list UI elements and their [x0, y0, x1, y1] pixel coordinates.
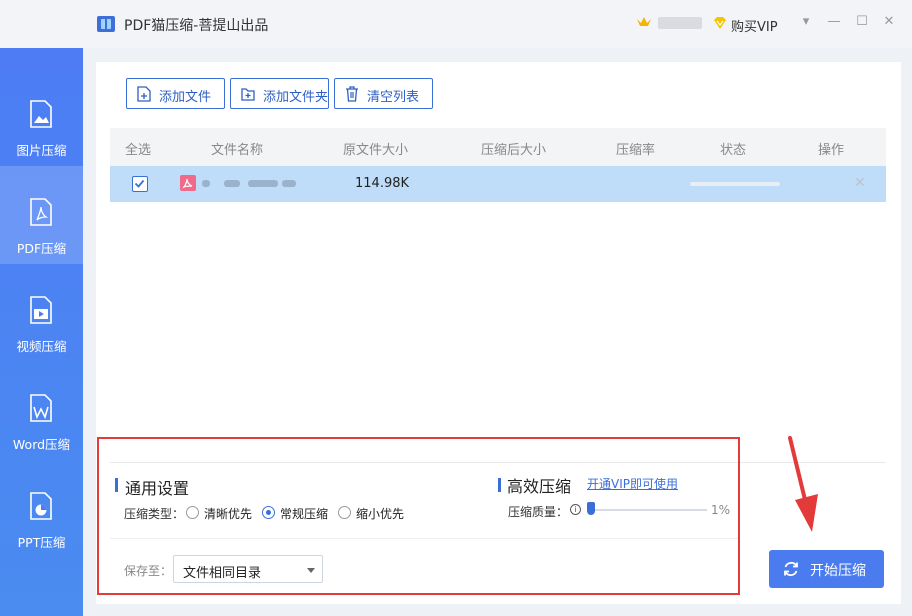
- clear-list-label: 清空列表: [367, 90, 420, 105]
- crown-icon: [637, 17, 651, 26]
- select-all-header[interactable]: 全选: [125, 139, 151, 158]
- annotation-highlight-box: [97, 437, 740, 595]
- status-header: 状态: [720, 143, 747, 158]
- compressed-size-header: 压缩后大小: [481, 143, 547, 158]
- sidebar-item-label: PDF压缩: [16, 241, 67, 256]
- checkmark-icon: [134, 179, 145, 188]
- sidebar-item-pdf[interactable]: PDF压缩: [0, 166, 83, 264]
- delete-row-icon[interactable]: ✕: [854, 175, 866, 191]
- minimize-icon[interactable]: —: [826, 14, 842, 30]
- buy-vip-link[interactable]: 购买VIP: [731, 16, 778, 35]
- word-file-icon: [30, 394, 52, 422]
- title-bar: PDF猫压缩-菩提山出品 购买VIP ▾ — ☐ ✕: [0, 0, 912, 48]
- video-file-icon: [30, 296, 52, 324]
- table-row[interactable]: 114.98K ✕: [110, 166, 886, 202]
- original-size-header: 原文件大小: [343, 143, 409, 158]
- sidebar-item-image[interactable]: 图片压缩: [0, 68, 83, 166]
- image-file-icon: [30, 100, 52, 128]
- close-icon[interactable]: ✕: [881, 14, 897, 30]
- sidebar-item-video[interactable]: 视频压缩: [0, 264, 83, 362]
- menu-icon[interactable]: ▾: [798, 14, 814, 30]
- app-logo-icon: [97, 16, 115, 32]
- ppt-file-icon: [30, 492, 52, 520]
- sidebar-item-ppt[interactable]: PPT压缩: [0, 460, 83, 558]
- add-file-label: 添加文件: [159, 90, 212, 105]
- sidebar-item-label: 视频压缩: [16, 339, 67, 354]
- maximize-icon[interactable]: ☐: [854, 14, 870, 30]
- start-compression-label: 开始压缩: [810, 563, 866, 579]
- clear-list-button[interactable]: 清空列表: [334, 78, 433, 109]
- pdf-file-icon: [30, 198, 52, 226]
- sidebar-item-label: Word压缩: [12, 437, 71, 452]
- add-folder-button[interactable]: 添加文件夹: [230, 78, 329, 109]
- refresh-icon: [784, 561, 798, 577]
- pdf-icon: [180, 175, 196, 191]
- filename-header: 文件名称: [211, 143, 264, 158]
- vip-diamond-icon: [714, 17, 726, 29]
- add-file-icon: [137, 86, 151, 102]
- username-masked: [658, 17, 702, 29]
- window-title: PDF猫压缩-菩提山出品: [124, 18, 269, 34]
- table-header: 全选 文件名称 原文件大小 压缩后大小 压缩率 状态 操作: [110, 128, 886, 166]
- add-folder-icon: [241, 88, 255, 101]
- annotation-arrow-icon: [788, 436, 818, 532]
- file-name-redacted: [202, 176, 298, 190]
- original-size: 114.98K: [355, 176, 410, 191]
- trash-icon: [346, 86, 358, 102]
- row-checkbox[interactable]: [132, 176, 148, 192]
- start-compression-button[interactable]: 开始压缩: [769, 550, 884, 588]
- status-progress-bar: [690, 182, 780, 186]
- add-folder-label: 添加文件夹: [263, 90, 329, 105]
- add-file-button[interactable]: 添加文件: [126, 78, 225, 109]
- sidebar-item-label: 图片压缩: [16, 143, 67, 158]
- sidebar: 图片压缩 PDF压缩 视频压缩 Word压缩 PPT压缩: [0, 48, 83, 616]
- sidebar-item-label: PPT压缩: [17, 535, 66, 550]
- action-header: 操作: [818, 143, 845, 158]
- sidebar-item-word[interactable]: Word压缩: [0, 362, 83, 460]
- ratio-header: 压缩率: [616, 143, 656, 158]
